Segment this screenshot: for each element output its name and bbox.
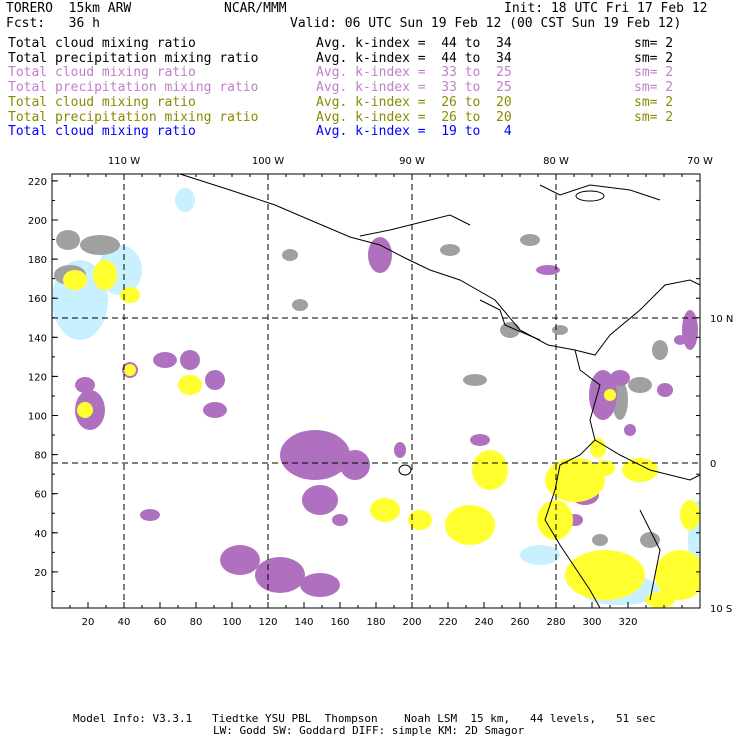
gray-cloud-area [463, 374, 487, 386]
gray-cloud-area [592, 534, 608, 546]
yellow-cloud-area [445, 505, 495, 545]
x-tick-label: 300 [582, 617, 601, 628]
purple-cloud-area [203, 402, 227, 418]
x-tick-label: 260 [510, 617, 529, 628]
y-tick-label: 40 [34, 529, 47, 540]
longitude-label: 90 W [399, 156, 425, 167]
yellow-cloud-area [370, 498, 400, 522]
purple-cloud-area [180, 350, 200, 370]
y-tick-label: 120 [28, 372, 47, 383]
gray-cloud-area [80, 235, 120, 255]
yellow-cloud-area [537, 500, 573, 540]
gray-cloud-area [640, 532, 660, 548]
y-tick-label: 180 [28, 255, 47, 266]
purple-cloud-area [302, 485, 338, 515]
yellow-cloud-area [595, 460, 615, 476]
purple-cloud-area [340, 450, 370, 480]
purple-cloud-area [657, 383, 673, 397]
longitude-label: 80 W [543, 156, 569, 167]
longitude-label: 100 W [252, 156, 284, 167]
y-tick-label: 100 [28, 412, 47, 423]
model-info-line2: LW: Godd SW: Goddard DIFF: simple KM: 2D… [213, 724, 525, 737]
x-tick-label: 280 [546, 617, 565, 628]
y-tick-label: 160 [28, 294, 47, 305]
purple-cloud-area [220, 545, 260, 575]
yellow-cloud-area [63, 270, 87, 290]
lightblue-cloud-area [520, 545, 560, 565]
gray-cloud-area [652, 340, 668, 360]
purple-cloud-area [75, 377, 95, 393]
yellow-cloud-area [93, 260, 117, 290]
yellow-cloud-area [590, 438, 606, 458]
gray-cloud-area [552, 325, 568, 335]
gray-cloud-area [282, 249, 298, 261]
yellow-cloud-area [604, 389, 616, 401]
x-tick-label: 20 [82, 617, 95, 628]
x-tick-label: 160 [330, 617, 349, 628]
yellow-cloud-area [645, 592, 675, 608]
y-tick-label: 140 [28, 333, 47, 344]
field-layer [52, 188, 700, 608]
purple-cloud-area [300, 573, 340, 597]
gray-cloud-area [628, 377, 652, 393]
purple-cloud-area [280, 430, 350, 480]
latitude-label: 10 S [710, 604, 732, 615]
y-tick-label: 220 [28, 177, 47, 188]
x-tick-label: 80 [190, 617, 203, 628]
galapagos-outline [398, 464, 412, 476]
coastline [359, 214, 471, 237]
yellow-cloud-area [565, 550, 645, 600]
x-tick-label: 180 [366, 617, 385, 628]
purple-cloud-area [470, 434, 490, 446]
longitude-label: 110 W [108, 156, 140, 167]
purple-cloud-area [153, 352, 177, 368]
x-tick-label: 120 [258, 617, 277, 628]
x-tick-label: 200 [402, 617, 421, 628]
purple-cloud-area [140, 509, 160, 521]
x-tick-label: 220 [438, 617, 457, 628]
yellow-cloud-area [622, 458, 658, 482]
yellow-cloud-area [124, 364, 136, 376]
latitude-label: 10 N [710, 314, 733, 325]
purple-cloud-area [332, 514, 348, 526]
yellow-cloud-area [680, 500, 700, 530]
x-tick-label: 60 [154, 617, 167, 628]
x-tick-label: 40 [118, 617, 131, 628]
longitude-label: 70 W [687, 156, 713, 167]
gray-cloud-area [56, 230, 80, 250]
x-tick-label: 100 [222, 617, 241, 628]
y-tick-label: 80 [34, 451, 47, 462]
map-plot: 20 40 60 80 100 120 140 160 180 200 220 240 260 280 30… [28, 156, 733, 628]
y-tick-label: 60 [34, 490, 47, 501]
x-tick-label: 320 [618, 617, 637, 628]
purple-cloud-area [255, 557, 305, 593]
purple-cloud-area [682, 310, 698, 350]
purple-cloud-area [205, 370, 225, 390]
gray-cloud-area [520, 234, 540, 246]
purple-cloud-area [674, 335, 686, 345]
purple-cloud-area [394, 442, 406, 458]
yellow-cloud-area [77, 402, 93, 418]
yellow-cloud-area [120, 287, 140, 303]
coastline [179, 173, 701, 356]
yellow-cloud-area [178, 375, 202, 395]
latitude-label: 0 [710, 459, 716, 470]
yellow-cloud-area [472, 450, 508, 490]
gray-cloud-area [440, 244, 460, 256]
y-tick-label: 20 [34, 568, 47, 579]
gray-cloud-area [292, 299, 308, 311]
x-tick-label: 240 [474, 617, 493, 628]
y-tick-label: 200 [28, 216, 47, 227]
x-tick-label: 140 [294, 617, 313, 628]
purple-cloud-area [624, 424, 636, 436]
lightblue-cloud-area [175, 188, 195, 212]
island-outline [575, 190, 605, 202]
